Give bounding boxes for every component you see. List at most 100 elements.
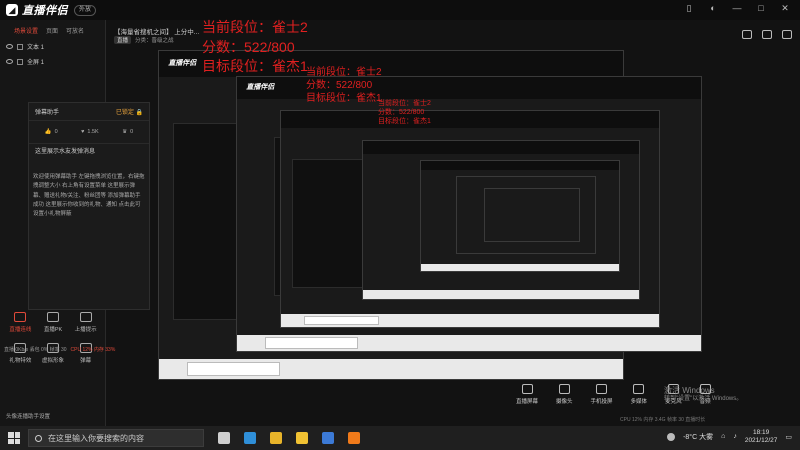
phone-cast-icon <box>596 384 608 394</box>
target-overlay: 目标段位：雀杰1 <box>306 93 382 104</box>
app-logo: ◢ 直播伴侣 外放 <box>6 2 97 18</box>
danmaku-hint: 欢迎使用弹幕助手 左键拖拽浏览位置，右键拖拽调整大小 右上角有设置菜单 这里展示… <box>33 174 145 218</box>
edge-icon[interactable] <box>244 432 256 444</box>
screen-source-icon <box>17 58 23 65</box>
control-screen[interactable]: 直播屏幕 <box>516 384 538 405</box>
grid-icon[interactable] <box>762 30 772 39</box>
search-icon <box>35 434 42 442</box>
rank-overlay: 当前段位：雀士2 <box>306 67 382 78</box>
system-tray: -8°C 大雾 ⌂ ♪ 18:19 2021/12/27 ▭ <box>667 429 792 445</box>
tab-page[interactable]: 页面 <box>46 26 58 35</box>
phone-icon[interactable]: ▯ <box>682 3 696 14</box>
frame-header <box>421 161 619 170</box>
welcome-message: 这里展示水友发弹消息 <box>35 149 96 155</box>
frame-logo: 直播伴侣 <box>168 59 197 67</box>
sidebar-tabs: 场景设置 页面 可放名 <box>0 20 105 39</box>
app-name: 直播伴侣 <box>22 5 68 17</box>
frame-taskbar <box>281 314 659 327</box>
stat-crown: ♛ 0 <box>122 129 134 135</box>
mail-icon[interactable] <box>322 432 334 444</box>
control-phone-cast[interactable]: 手机投屏 <box>591 384 613 405</box>
minus-icon[interactable]: — <box>730 3 744 14</box>
weather-text[interactable]: -8°C 大雾 <box>683 432 713 442</box>
eye-icon[interactable] <box>6 59 13 64</box>
eye-icon[interactable] <box>6 44 13 49</box>
rank-overlay: 当前段位：雀士2 <box>202 19 308 35</box>
control-media[interactable]: 多媒体 <box>631 384 647 405</box>
status-line: CPU 12% 内存 3.4G 帧率 30 直播时长 <box>620 417 706 423</box>
live-meta: 直播 分类：晋级之战 <box>114 36 174 44</box>
frame-taskbar <box>159 359 623 379</box>
target-overlay: 目标段位：雀杰1 <box>378 118 431 125</box>
live-title[interactable]: 【海量省搜机之间】 上分中... <box>114 26 199 36</box>
frame-header <box>281 111 659 129</box>
stream-stats: 直播 0Kb/s 丢包 0% 帧率 30 CPU 12% 内存 33% <box>4 347 116 353</box>
tool-live-link[interactable]: 直播连线 <box>4 312 37 333</box>
notification-icon[interactable]: ▭ <box>785 433 792 441</box>
tool-live-pk[interactable]: 直播PK <box>37 312 70 333</box>
score-overlay: 分数：522/800 <box>378 109 425 116</box>
task-view-icon[interactable] <box>218 432 230 444</box>
screen-icon <box>521 384 533 394</box>
chrome-icon[interactable] <box>270 432 282 444</box>
app-badge[interactable]: 外放 <box>74 4 97 16</box>
source-label: 全屏 1 <box>27 60 45 66</box>
source-label: 文本 1 <box>27 45 45 51</box>
lock-status[interactable]: 已锁定 🔒 <box>116 107 143 116</box>
pk-icon <box>46 312 59 322</box>
moon-icon[interactable]: ◐ <box>706 3 720 14</box>
danmaku-title: 弹幕助手 <box>35 110 60 116</box>
taskbar-search[interactable]: 在这里输入你要搜索的内容 <box>28 429 204 447</box>
windows-taskbar: 在这里输入你要搜索的内容 -8°C 大雾 ⌂ ♪ 18:19 2021/12/2… <box>0 426 800 450</box>
window-controls: ▯ ◐ — □ ✕ <box>682 3 792 14</box>
title-bar: ◢ 直播伴侣 外放 ▯ ◐ — □ ✕ <box>0 0 800 20</box>
score-overlay: 分数：522/800 <box>306 80 373 91</box>
clock[interactable]: 18:19 2021/12/27 <box>745 429 778 445</box>
control-camera[interactable]: 摄像头 <box>556 384 573 405</box>
stat-like: 👍 0 <box>44 129 58 135</box>
like-icon: 👍 <box>44 129 52 135</box>
zhibo-icon[interactable] <box>348 432 360 444</box>
tab-other[interactable]: 可放名 <box>66 26 84 35</box>
media-icon <box>633 384 645 394</box>
windows-start-icon[interactable] <box>8 432 20 444</box>
source-item[interactable]: 全屏 1 <box>0 54 105 69</box>
frame-logo: 直播伴侣 <box>246 84 275 92</box>
preview-frame <box>484 188 580 242</box>
frame-header <box>363 141 639 154</box>
frame-taskbar <box>421 264 619 271</box>
logo-icon: ◢ <box>6 4 18 16</box>
maximize-icon[interactable]: □ <box>754 3 768 14</box>
crown-icon: ♛ <box>122 129 128 135</box>
tool-notice[interactable]: 上播提示 <box>69 312 102 333</box>
source-item[interactable]: 文本 1 <box>0 39 105 54</box>
meta-tag[interactable]: 直播 <box>114 36 132 44</box>
rank-overlay: 当前段位：雀士2 <box>378 100 431 107</box>
taskbar-apps <box>218 432 360 444</box>
heart-icon: ♥ <box>81 129 85 135</box>
close-icon[interactable]: ✕ <box>778 3 792 14</box>
target-overlay: 目标段位：雀杰1 <box>202 58 308 74</box>
bell-icon <box>79 312 92 322</box>
preview-toolbar <box>742 30 792 39</box>
camera-icon <box>558 384 570 394</box>
frame-taskbar <box>363 289 639 299</box>
tab-scene[interactable]: 场景设置 <box>14 26 38 35</box>
stat-heart: ♥ 1.5K <box>81 129 99 135</box>
layout-icon[interactable] <box>742 30 752 39</box>
danmaku-stats: 👍 0 ♥ 1.5K ♛ 0 <box>29 121 149 144</box>
danmaku-panel[interactable]: 弹幕助手 已锁定 🔒 👍 0 ♥ 1.5K ♛ 0 这里展示水友发弹消息 欢迎使用弹幕… <box>28 102 150 310</box>
volume-icon[interactable]: ♪ <box>733 433 737 440</box>
bottom-label[interactable]: 头像连播助手设置 <box>6 412 50 420</box>
text-source-icon <box>17 43 23 50</box>
frame-taskbar <box>237 334 701 351</box>
activate-windows-watermark: 激活 Windows 转到"设置"以激活 Windows。 <box>664 386 743 402</box>
meta-category: 分类：晋级之战 <box>135 38 174 44</box>
tool-panel: 直播连线 直播PK 上播提示 礼物特效 虚拟形象 弹幕 头像连播助手设置 <box>0 306 106 426</box>
danmaku-header: 弹幕助手 已锁定 🔒 <box>29 103 149 121</box>
network-icon[interactable]: ⌂ <box>721 433 725 440</box>
explorer-icon[interactable] <box>296 432 308 444</box>
search-placeholder: 在这里输入你要搜索的内容 <box>48 433 144 443</box>
settings-icon[interactable] <box>782 30 792 39</box>
score-overlay: 分数：522/800 <box>202 39 295 55</box>
